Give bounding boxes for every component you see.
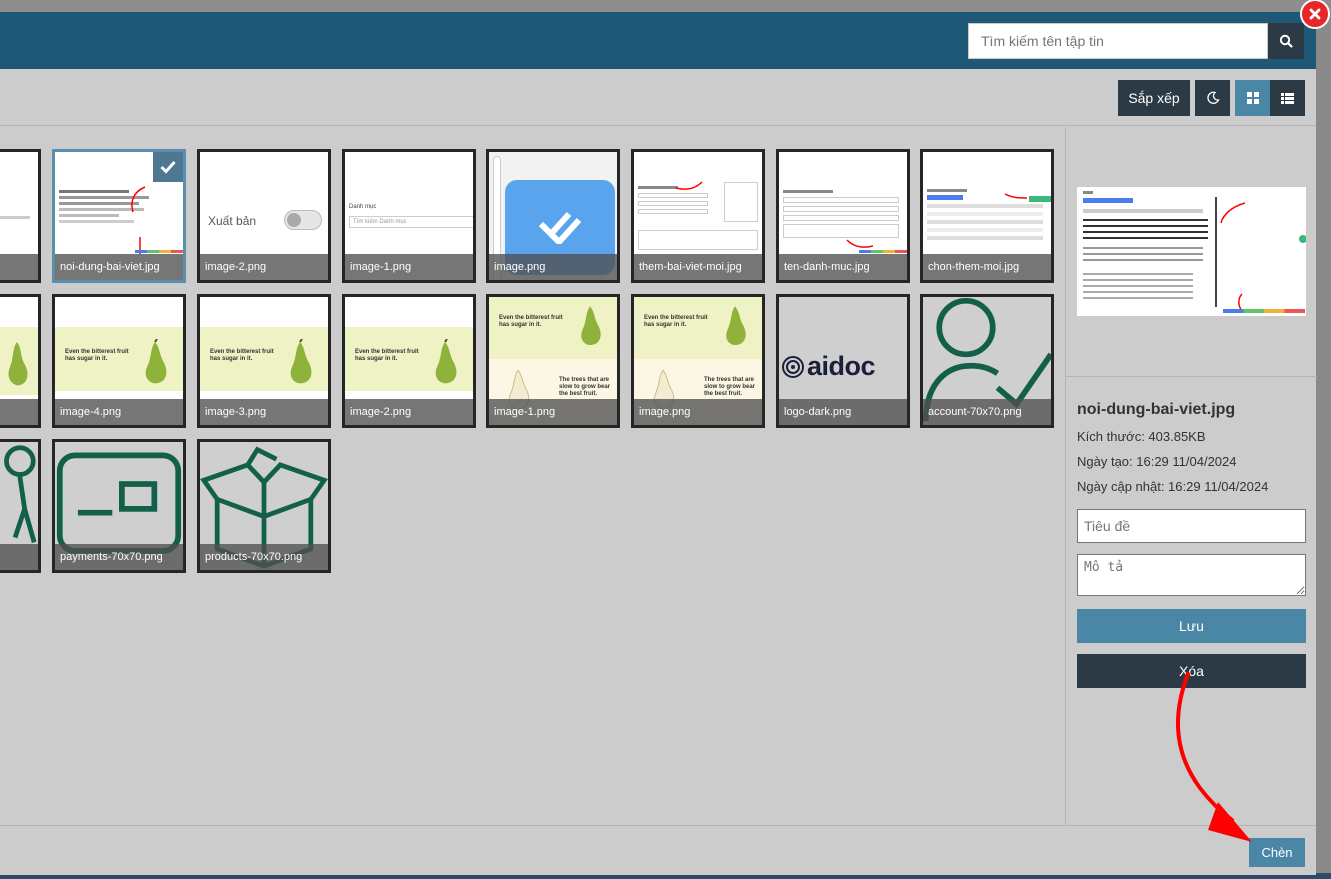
thumb-quote-2: The trees that are slow to grow bear the… — [559, 377, 611, 397]
thumb-label: Danh mục — [349, 204, 377, 210]
thumb-quote-2: The trees that are slow to grow bear the… — [704, 377, 756, 397]
grid-icon — [1246, 92, 1259, 104]
file-name-label: image-2.png — [200, 254, 328, 280]
file-tile[interactable]: Even the bitterest fruit has sugar in it… — [197, 294, 331, 428]
thumb-text: Xuất bản — [208, 214, 257, 228]
file-tile[interactable]: Xuất bản image-2.png — [197, 149, 331, 283]
file-name-label: ten-danh-muc.jpg — [779, 254, 907, 280]
file-tile[interactable]: products-70x70.png — [197, 439, 331, 573]
search-icon — [1279, 34, 1293, 48]
preview-image — [1077, 187, 1306, 316]
file-name-label: image-1.png — [489, 399, 617, 425]
file-details-panel: noi-dung-bai-viet.jpg Kích thước: 403.85… — [1065, 127, 1317, 825]
file-name-label: logo-dark.png — [779, 399, 907, 425]
search-input[interactable] — [968, 23, 1268, 59]
description-field[interactable] — [1077, 554, 1306, 596]
file-name-label: image-3.png — [200, 399, 328, 425]
file-tile[interactable]: Even the bitterest fruit has sugar in it… — [342, 294, 476, 428]
file-tile[interactable]: Danh mục Tìm kiếm Danh mục image-1.png — [342, 149, 476, 283]
file-tile-partial[interactable] — [0, 294, 41, 428]
file-tile[interactable]: them-bai-viet-moi.jpg — [631, 149, 765, 283]
thumb-placeholder: Tìm kiếm Danh mục — [349, 216, 473, 228]
insert-button[interactable]: Chèn — [1249, 838, 1305, 867]
thumb-quote: Even the bitterest fruit has sugar in it… — [644, 315, 708, 328]
file-tile[interactable]: account-70x70.png — [920, 294, 1054, 428]
file-name-label: image.png — [489, 254, 617, 280]
file-name-label: image-2.png — [345, 399, 473, 425]
close-button[interactable] — [1300, 0, 1330, 29]
file-grid: noi-dung-bai-viet.jpg Xuất bản image-2.p… — [0, 127, 1065, 825]
file-tile-partial[interactable] — [0, 149, 41, 283]
detail-file-name: noi-dung-bai-viet.jpg — [1077, 401, 1236, 418]
thumb-quote: Even the bitterest fruit has sugar in it… — [355, 349, 419, 362]
file-name-label: them-bai-viet-moi.jpg — [634, 254, 762, 280]
thumb-quote: Even the bitterest fruit has sugar in it… — [210, 349, 274, 362]
file-name-label: chon-them-moi.jpg — [923, 254, 1051, 280]
file-tile[interactable]: chon-them-moi.jpg — [920, 149, 1054, 283]
file-tile[interactable]: noi-dung-bai-viet.jpg — [52, 149, 186, 283]
file-name-label: account-70x70.png — [923, 399, 1051, 425]
file-tile-partial[interactable] — [0, 439, 41, 573]
grid-view-button[interactable] — [1235, 80, 1270, 116]
file-tile[interactable]: payments-70x70.png — [52, 439, 186, 573]
background-topbar — [0, 0, 1331, 12]
file-manager-modal: Sắp xếp — [0, 12, 1317, 875]
logo-mark-icon — [782, 356, 804, 378]
file-tile[interactable]: Even the bitterest fruit has sugar in it… — [631, 294, 765, 428]
file-name-label: products-70x70.png — [200, 544, 328, 570]
moon-icon — [1206, 91, 1220, 104]
delete-button[interactable]: Xóa — [1077, 654, 1306, 688]
check-icon — [160, 160, 176, 174]
logo-text: aidoc — [807, 351, 876, 381]
thumb-quote: Even the bitterest fruit has sugar in it… — [65, 349, 129, 362]
file-tile[interactable]: image.png — [486, 149, 620, 283]
file-tile[interactable]: Even the bitterest fruit has sugar in it… — [486, 294, 620, 428]
list-view-button[interactable] — [1270, 80, 1305, 116]
file-tile[interactable]: Even the bitterest fruit has sugar in it… — [52, 294, 186, 428]
detail-file-size: Kích thước: 403.85KB — [1077, 429, 1206, 444]
file-tile[interactable]: ten-danh-muc.jpg — [776, 149, 910, 283]
modal-footer: Chèn — [0, 825, 1316, 875]
title-field[interactable] — [1077, 509, 1306, 543]
sort-button[interactable]: Sắp xếp — [1118, 80, 1190, 116]
thumb-quote: Even the bitterest fruit has sugar in it… — [499, 315, 563, 328]
preview-area — [1066, 127, 1317, 377]
detail-created-date: Ngày tạo: 16:29 11/04/2024 — [1077, 454, 1237, 469]
search-bar — [968, 23, 1304, 59]
close-icon — [1309, 8, 1321, 20]
file-name-label: image-1.png — [345, 254, 473, 280]
dark-mode-button[interactable] — [1195, 80, 1230, 116]
modal-header — [0, 12, 1316, 69]
search-button[interactable] — [1268, 23, 1304, 59]
view-toolbar: Sắp xếp — [0, 69, 1316, 126]
file-name-label: noi-dung-bai-viet.jpg — [55, 254, 183, 280]
list-icon — [1281, 92, 1294, 104]
file-name-label: payments-70x70.png — [55, 544, 183, 570]
file-name-label: image-4.png — [55, 399, 183, 425]
detail-updated-date: Ngày cập nhật: 16:29 11/04/2024 — [1077, 479, 1269, 494]
file-tile[interactable]: aidoc logo-dark.png — [776, 294, 910, 428]
save-button[interactable]: Lưu — [1077, 609, 1306, 643]
selected-badge — [153, 152, 183, 182]
file-name-label: image.png — [634, 399, 762, 425]
